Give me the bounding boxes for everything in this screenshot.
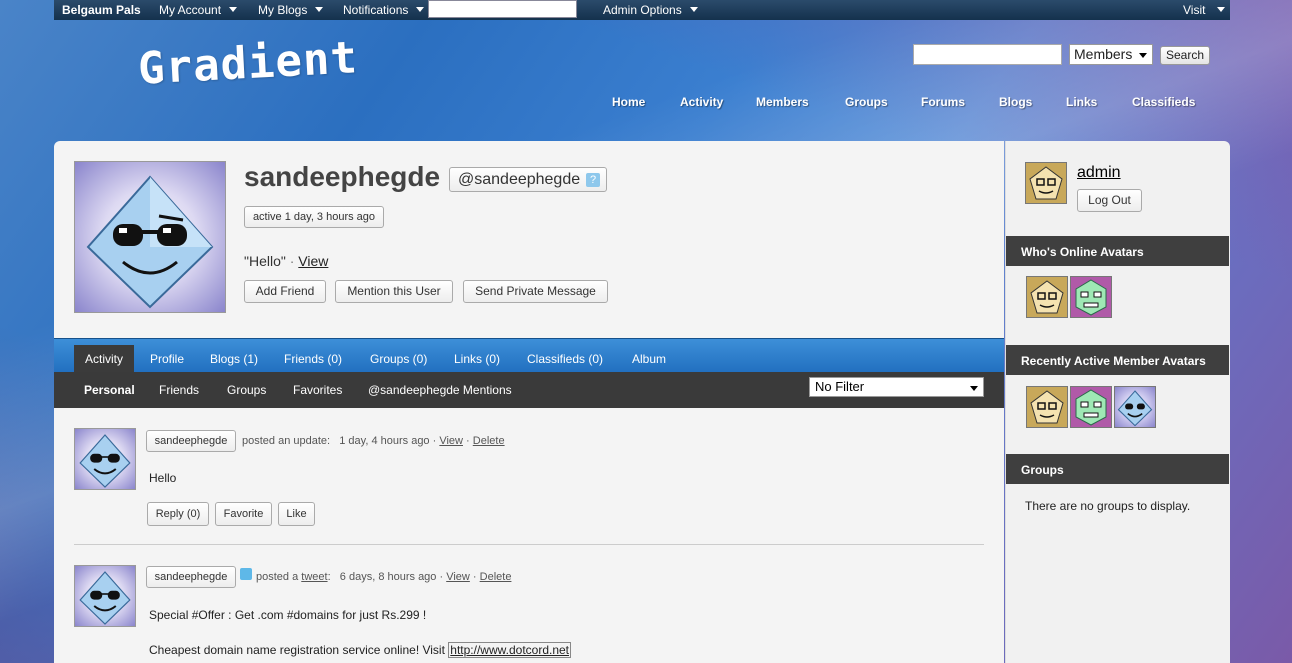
nav-blogs[interactable]: Blogs	[999, 95, 1032, 109]
user-handle-badge: @sandeephegde?	[449, 167, 607, 192]
activity-text: Cheapest domain name registration servic…	[149, 642, 572, 658]
activity-subnav: Personal Friends Groups Favorites @sande…	[54, 372, 1004, 408]
visit-menu[interactable]: Visit	[1183, 3, 1226, 17]
tab-friends[interactable]: Friends (0)	[284, 352, 342, 366]
activity-user-link[interactable]: sandeephegde	[146, 430, 236, 452]
mention-user-button[interactable]: Mention this User	[335, 280, 453, 303]
activity-text: Hello	[149, 471, 177, 485]
profile-avatar[interactable]	[74, 161, 226, 313]
chevron-down-icon	[970, 386, 978, 391]
activity-view-link[interactable]: View	[446, 571, 470, 583]
activity-avatar[interactable]	[74, 565, 136, 627]
chevron-down-icon	[1139, 53, 1147, 58]
nav-forums[interactable]: Forums	[921, 95, 965, 109]
help-icon[interactable]: ?	[586, 173, 600, 187]
tab-links[interactable]: Links (0)	[454, 352, 500, 366]
notifications-menu[interactable]: Notifications	[343, 3, 425, 17]
add-friend-button[interactable]: Add Friend	[244, 280, 326, 303]
nav-activity[interactable]: Activity	[680, 95, 723, 109]
nav-links[interactable]: Links	[1066, 95, 1097, 109]
twitter-icon	[240, 568, 252, 580]
tab-classifieds[interactable]: Classifieds (0)	[527, 352, 603, 366]
online-avatar[interactable]	[1070, 276, 1112, 318]
chevron-down-icon	[1217, 7, 1226, 12]
reply-button[interactable]: Reply (0)	[147, 502, 209, 526]
activity-user-link[interactable]: sandeephegde	[146, 566, 236, 588]
profile-tab-bar: Activity Profile Blogs (1) Friends (0) G…	[54, 338, 1004, 373]
last-active-badge: active 1 day, 3 hours ago	[244, 206, 384, 228]
blue-diamond-face-icon	[1117, 390, 1153, 427]
subtab-favorites[interactable]: Favorites	[293, 383, 342, 397]
admin-options-menu[interactable]: Admin Options	[603, 3, 698, 17]
chevron-down-icon	[689, 7, 698, 12]
online-avatar[interactable]	[1026, 276, 1068, 318]
chevron-down-icon	[315, 7, 324, 12]
pentagon-face-icon	[1030, 390, 1064, 424]
blue-diamond-face-icon	[79, 571, 131, 625]
pentagon-face-icon	[1030, 280, 1064, 314]
tab-groups[interactable]: Groups (0)	[370, 352, 427, 366]
nav-groups[interactable]: Groups	[845, 95, 888, 109]
latest-status: "Hello" · View	[244, 253, 329, 269]
blue-diamond-face-icon	[86, 175, 214, 309]
tab-activity[interactable]: Activity	[74, 345, 134, 373]
site-brand-link[interactable]: Belgaum Pals	[62, 3, 141, 17]
nav-members[interactable]: Members	[756, 95, 809, 109]
favorite-button[interactable]: Favorite	[215, 502, 272, 526]
activity-avatar[interactable]	[74, 428, 136, 490]
tab-album[interactable]: Album	[632, 352, 666, 366]
activity-filter-select[interactable]: No Filter	[809, 377, 984, 397]
recent-avatar[interactable]	[1070, 386, 1112, 428]
main-content: sandeephegde @sandeephegde? active 1 day…	[54, 141, 1004, 663]
recent-avatar[interactable]	[1026, 386, 1068, 428]
nav-classifieds[interactable]: Classifieds	[1132, 95, 1195, 109]
send-private-message-button[interactable]: Send Private Message	[463, 280, 608, 303]
admin-bar: Belgaum Pals My Account My Blogs Notific…	[54, 0, 1230, 20]
green-face-icon	[1075, 389, 1107, 426]
like-button[interactable]: Like	[278, 502, 315, 526]
status-view-link[interactable]: View	[298, 253, 328, 269]
chevron-down-icon	[416, 7, 425, 12]
adminbar-search-input[interactable]	[428, 0, 577, 18]
my-account-menu[interactable]: My Account	[159, 3, 238, 17]
admin-avatar[interactable]	[1025, 162, 1067, 204]
sidebar: admin Log Out Who's Online Avatars Recen…	[1005, 141, 1230, 663]
pentagon-face-icon	[1029, 166, 1063, 200]
activity-meta: posted a tweet: 6 days, 8 hours ago · Vi…	[256, 571, 512, 583]
external-link[interactable]: http://www.dotcord.net	[448, 642, 572, 658]
tab-profile[interactable]: Profile	[150, 352, 184, 366]
profile-username: sandeephegde	[244, 161, 441, 192]
sidebar-username-link[interactable]: admin	[1077, 164, 1121, 182]
tab-blogs[interactable]: Blogs (1)	[210, 352, 258, 366]
search-button[interactable]: Search	[1160, 46, 1210, 65]
recent-avatar[interactable]	[1114, 386, 1156, 428]
no-groups-message: There are no groups to display.	[1025, 499, 1191, 513]
header-search-input[interactable]	[913, 44, 1062, 65]
logout-button[interactable]: Log Out	[1077, 189, 1142, 212]
subtab-friends[interactable]: Friends	[159, 383, 199, 397]
green-face-icon	[1075, 279, 1107, 316]
subtab-groups[interactable]: Groups	[227, 383, 266, 397]
search-scope-select[interactable]: Members	[1069, 44, 1153, 65]
my-blogs-menu[interactable]: My Blogs	[258, 3, 324, 17]
subtab-personal[interactable]: Personal	[84, 383, 135, 397]
chevron-down-icon	[229, 7, 238, 12]
tweet-link[interactable]: tweet	[301, 571, 327, 583]
nav-home[interactable]: Home	[612, 95, 645, 109]
activity-delete-link[interactable]: Delete	[480, 571, 512, 583]
divider	[74, 544, 984, 545]
activity-text: Special #Offer : Get .com #domains for j…	[149, 608, 427, 622]
blue-diamond-face-icon	[79, 434, 131, 488]
activity-view-link[interactable]: View	[439, 435, 463, 447]
activity-meta: posted an update: 1 day, 4 hours ago · V…	[242, 435, 505, 447]
whos-online-heading: Who's Online Avatars	[1006, 236, 1229, 266]
subtab-mentions[interactable]: @sandeephegde Mentions	[368, 383, 512, 397]
groups-heading: Groups	[1006, 454, 1229, 484]
recently-active-heading: Recently Active Member Avatars	[1006, 345, 1229, 375]
activity-delete-link[interactable]: Delete	[473, 435, 505, 447]
